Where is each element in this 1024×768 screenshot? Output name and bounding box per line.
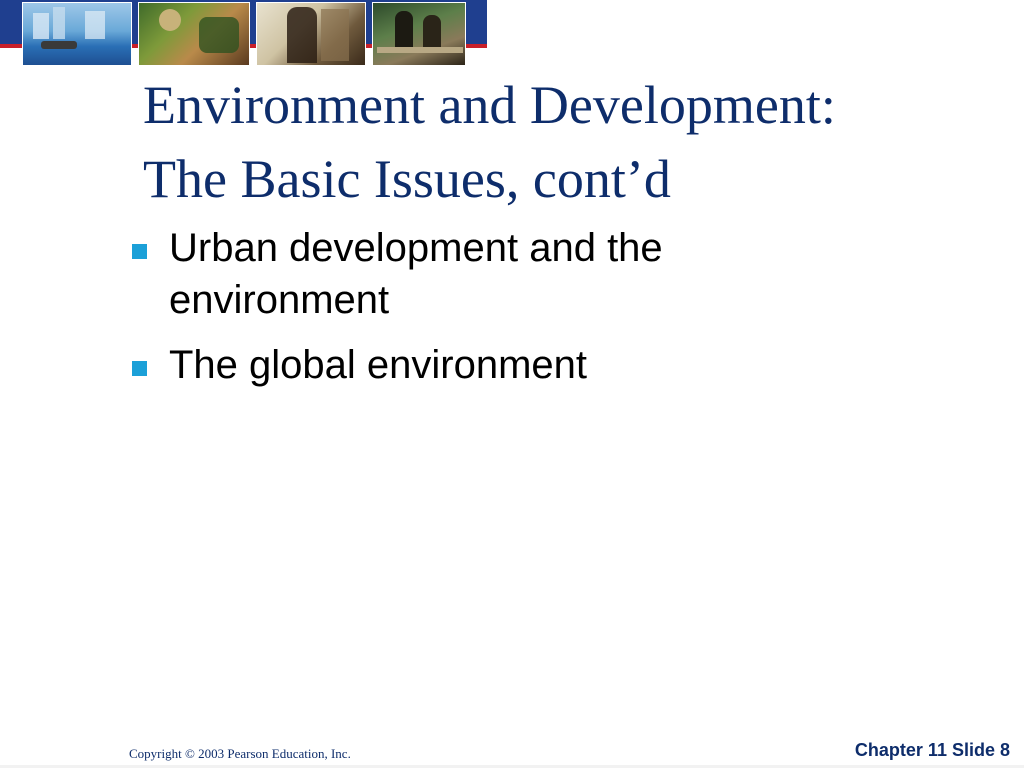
copyright-footer: Copyright © 2003 Pearson Education, Inc. bbox=[129, 746, 351, 761]
weaver-photo bbox=[256, 2, 366, 66]
square-bullet-icon bbox=[132, 361, 147, 376]
slide-title-line-1: Environment and Development: bbox=[143, 75, 836, 135]
slide-title: Environment and Development: The Basic I… bbox=[143, 68, 1003, 216]
bullet-list: Urban development and the environment Th… bbox=[130, 222, 950, 404]
slide-title-line-2: The Basic Issues, cont’d bbox=[143, 149, 671, 209]
bullet-text-line: environment bbox=[169, 278, 390, 322]
farmers-photo bbox=[138, 2, 250, 66]
header-photo-strip bbox=[0, 0, 487, 68]
bullet-text-line: The global environment bbox=[169, 343, 588, 387]
square-bullet-icon bbox=[132, 244, 147, 259]
slide-number-label: Chapter 11 Slide 8 bbox=[854, 740, 1010, 760]
harbor-photo bbox=[22, 2, 132, 66]
bullet-item: The global environment bbox=[130, 339, 950, 391]
bullet-item: Urban development and the environment bbox=[130, 222, 950, 326]
bullet-text-line: Urban development and the bbox=[169, 226, 663, 270]
workers-photo bbox=[372, 2, 466, 66]
